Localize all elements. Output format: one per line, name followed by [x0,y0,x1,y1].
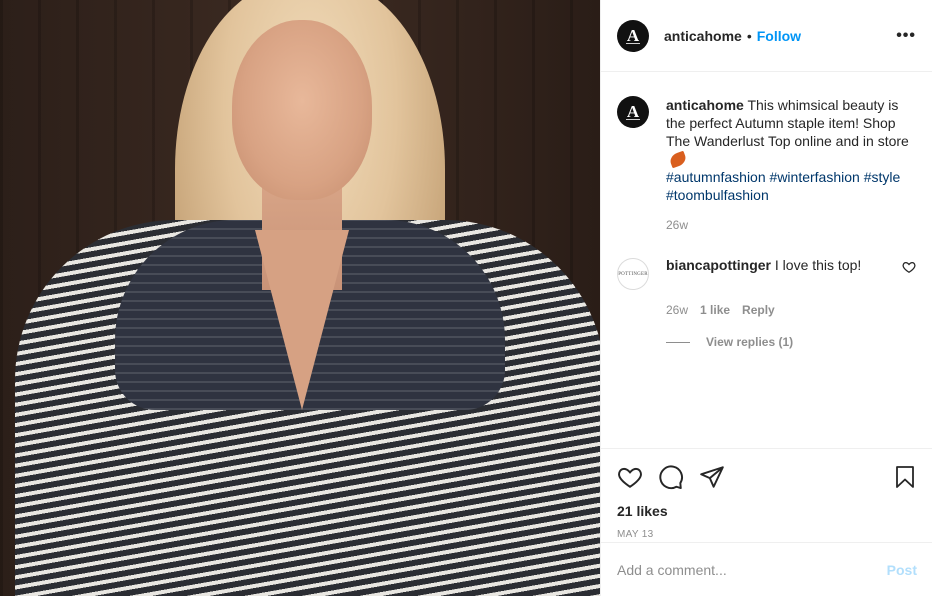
caption-body: anticahome This whimsical beauty is the … [666,96,916,204]
likes-count[interactable]: 21 likes [617,503,917,519]
comment-avatar[interactable]: POTTINGER [617,258,649,290]
comment-text: I love this top! [774,257,862,273]
caption: A anticahome This whimsical beauty is th… [617,88,916,204]
comment-body: biancapottinger I love this top! [666,256,886,290]
post-side-panel: A anticahome • Follow ••• A anticahome T… [600,0,932,596]
comment-like-heart-icon[interactable] [902,260,916,274]
hashtag-link[interactable]: #winterfashion [770,169,860,185]
caption-time[interactable]: 26w [666,218,916,232]
view-replies[interactable]: View replies (1) [666,335,916,349]
comment-time[interactable]: 26w [666,303,688,317]
avatar-letter: A [626,25,640,45]
like-heart-icon[interactable] [617,464,643,490]
avatar-letter: A [626,102,640,121]
comment-likes[interactable]: 1 like [700,303,730,317]
separator-dot: • [746,27,752,44]
caption-avatar[interactable]: A [617,96,649,128]
comment-username[interactable]: biancapottinger [666,257,771,273]
follow-button[interactable]: Follow [757,28,801,44]
more-options-icon[interactable]: ••• [896,27,916,45]
hashtag-link[interactable]: #style [864,169,901,185]
add-comment-input[interactable]: Add a comment... [617,562,727,578]
save-bookmark-icon[interactable] [893,464,917,490]
post-photo[interactable] [0,0,600,596]
comment-meta: 26w 1 like Reply [666,303,916,317]
replies-divider-line [666,341,690,343]
caption-username[interactable]: anticahome [666,97,744,113]
header-username[interactable]: anticahome [664,28,742,44]
add-comment-bar: Add a comment... Post [601,542,932,596]
photo-face [232,20,372,200]
view-replies-label[interactable]: View replies (1) [706,335,793,349]
share-send-icon[interactable] [699,464,725,490]
reply-button[interactable]: Reply [742,303,775,317]
hashtag-link[interactable]: #autumnfashion [666,169,766,185]
post-header: A anticahome • Follow ••• [601,0,932,72]
comment-bubble-icon[interactable] [658,464,684,490]
photo-vneck [255,230,349,410]
post-comment-button[interactable]: Post [887,562,917,578]
leaf-emoji-icon [668,150,688,169]
post-actions: 21 likes MAY 13 [601,448,932,540]
comment-avatar-text: POTTINGER [618,271,648,277]
comments-section: A anticahome This whimsical beauty is th… [601,72,932,448]
avatar[interactable]: A [617,19,649,52]
post-date[interactable]: MAY 13 [617,529,917,540]
comment-item: POTTINGER biancapottinger I love this to… [617,252,916,290]
hashtag-link[interactable]: #toombulfashion [666,187,769,203]
action-icons [617,457,917,497]
